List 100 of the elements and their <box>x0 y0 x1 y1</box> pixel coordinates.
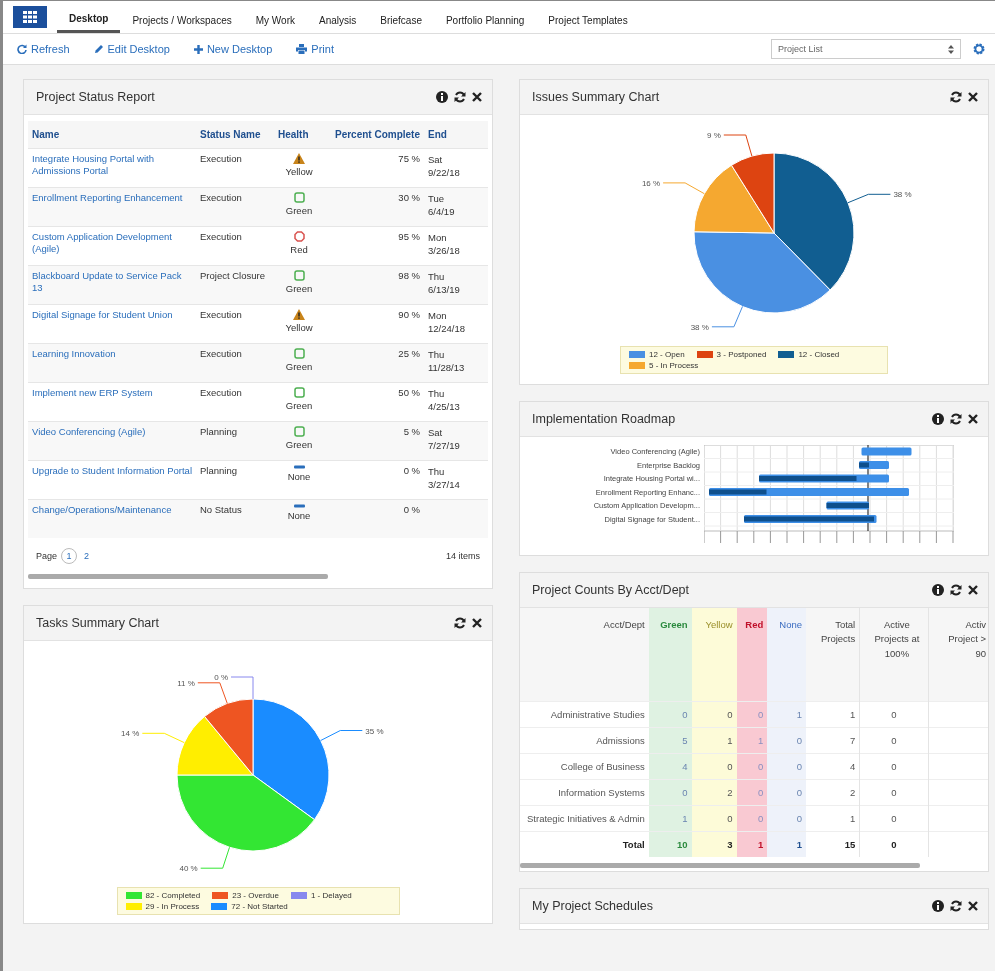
health-label: Green <box>285 205 313 218</box>
toolbar-link[interactable]: New Desktop <box>193 43 273 55</box>
column-header[interactable]: Green <box>648 608 692 702</box>
info-icon[interactable] <box>436 91 448 103</box>
column-header[interactable]: Status Name <box>196 121 274 149</box>
project-link[interactable]: Upgrade to Student Information Portal <box>32 465 192 478</box>
column-header[interactable]: Active Projects at 100% <box>859 608 929 702</box>
total-cell: 1 <box>736 831 768 857</box>
scrollbar-thumb[interactable] <box>520 862 920 868</box>
close-icon[interactable] <box>968 585 978 595</box>
project-link[interactable]: Implement new ERP System <box>32 387 192 400</box>
toolbar-link[interactable]: Refresh <box>17 43 70 55</box>
table-cell: 2 <box>806 779 860 806</box>
column-header[interactable]: Health <box>274 121 324 149</box>
column-header[interactable]: End <box>424 121 488 149</box>
refresh-icon[interactable] <box>950 899 962 912</box>
legend-label[interactable]: 5 - In Process <box>649 361 699 370</box>
table-cell: 30 % <box>324 187 424 227</box>
square-icon <box>293 192 305 203</box>
close-icon[interactable] <box>968 414 978 424</box>
table-cell: 0 <box>648 701 692 728</box>
leader-line <box>320 730 363 741</box>
legend-label[interactable]: 29 - In Process <box>145 902 200 911</box>
close-icon[interactable] <box>472 618 482 628</box>
apps-button[interactable] <box>13 6 47 28</box>
square-icon <box>293 348 305 359</box>
column-header[interactable]: Activ Project > 90 <box>928 608 988 702</box>
table-cell: Information Systems <box>520 779 649 806</box>
leader-line <box>723 134 753 157</box>
close-icon[interactable] <box>472 92 482 102</box>
close-icon[interactable] <box>968 92 978 102</box>
project-link[interactable]: Custom Application Development (Agile) <box>32 231 192 256</box>
slice-label: 0 % <box>214 673 228 682</box>
date-text: Mon <box>428 231 448 244</box>
refresh-icon[interactable] <box>950 413 962 425</box>
date-text: Tue <box>428 192 446 205</box>
slice-label: 14 % <box>121 729 140 739</box>
total-cell: 10 <box>648 831 692 857</box>
info-icon[interactable] <box>932 413 944 425</box>
info-icon[interactable] <box>932 584 944 596</box>
leader-line <box>847 193 891 204</box>
table-cell: 0 <box>767 727 807 754</box>
panel-title: Implementation Roadmap <box>532 412 676 426</box>
nav-tab[interactable]: Projects / Workspaces <box>120 7 244 33</box>
slice-label: 38 % <box>893 190 912 200</box>
column-header[interactable]: None <box>767 608 807 702</box>
slice-label: 35 % <box>365 726 384 736</box>
square-icon <box>293 387 305 398</box>
page-button[interactable]: 2 <box>81 551 93 561</box>
close-icon[interactable] <box>968 900 978 911</box>
pencil-icon <box>93 44 104 54</box>
info-icon[interactable] <box>932 899 944 912</box>
date-text: 6/13/19 <box>428 283 461 296</box>
table-cell: 0 <box>736 805 768 832</box>
nav-tab[interactable]: Analysis <box>307 7 369 33</box>
project-link[interactable]: Digital Signage for Student Union <box>32 309 192 322</box>
toolbar-link[interactable]: Edit Desktop <box>93 43 170 55</box>
scrollbar-thumb[interactable] <box>28 574 328 579</box>
panel-title: Project Counts By Acct/Dept <box>532 583 689 597</box>
refresh-icon[interactable] <box>950 584 962 596</box>
date-text: 6/4/19 <box>428 205 456 218</box>
column-header[interactable]: Red <box>736 608 768 702</box>
nav-tab[interactable]: Project Templates <box>536 7 640 33</box>
table-cell: 1 <box>736 727 768 754</box>
column-header[interactable]: Name <box>28 121 196 149</box>
table-cell: 0 <box>767 805 807 832</box>
panel-title: Tasks Summary Chart <box>36 616 159 630</box>
plus-icon <box>193 44 203 54</box>
legend-label[interactable]: 12 - Closed <box>798 350 840 359</box>
health-label: Red <box>290 244 308 257</box>
table-cell: 0 <box>767 779 807 806</box>
date-text: Thu <box>428 465 446 478</box>
table-cell: 1 <box>691 727 737 754</box>
legend-label[interactable]: 82 - Completed <box>145 891 201 900</box>
column-header[interactable]: Total Projects <box>806 608 860 702</box>
panel-title: My Project Schedules <box>532 898 653 913</box>
settings-icon[interactable] <box>973 43 985 55</box>
legend-label[interactable]: 3 - Postponed <box>716 350 767 359</box>
legend-label[interactable]: 12 - Open <box>649 350 685 359</box>
item-count: 14 items <box>446 551 480 561</box>
legend-label[interactable]: 72 - Not Started <box>231 902 288 911</box>
desktop-select[interactable]: Project List <box>771 39 961 59</box>
nav-tab[interactable]: Briefcase <box>368 7 434 33</box>
legend-label[interactable]: 1 - Delayed <box>310 891 352 900</box>
column-header[interactable]: Acct/Dept <box>520 608 649 702</box>
column-header[interactable]: Percent Complete <box>324 121 424 149</box>
refresh-icon[interactable] <box>950 91 962 103</box>
health-label: Green <box>285 283 313 296</box>
refresh-icon[interactable] <box>454 617 466 629</box>
nav-tab[interactable]: Portfolio Planning <box>433 7 537 33</box>
leader-line <box>662 182 705 195</box>
toolbar-link[interactable]: Print <box>296 43 334 55</box>
table-cell: 98 % <box>324 265 424 305</box>
legend-label[interactable]: 23 - Overdue <box>232 891 279 900</box>
project-link[interactable]: Integrate Housing Portal with Admissions Portal <box>32 153 192 178</box>
refresh-icon[interactable] <box>454 91 466 103</box>
nav-tab[interactable]: My Work <box>243 7 307 33</box>
health-label: Green <box>285 439 313 452</box>
table-cell: 25 % <box>324 343 424 383</box>
slice-label: 9 % <box>707 130 721 140</box>
